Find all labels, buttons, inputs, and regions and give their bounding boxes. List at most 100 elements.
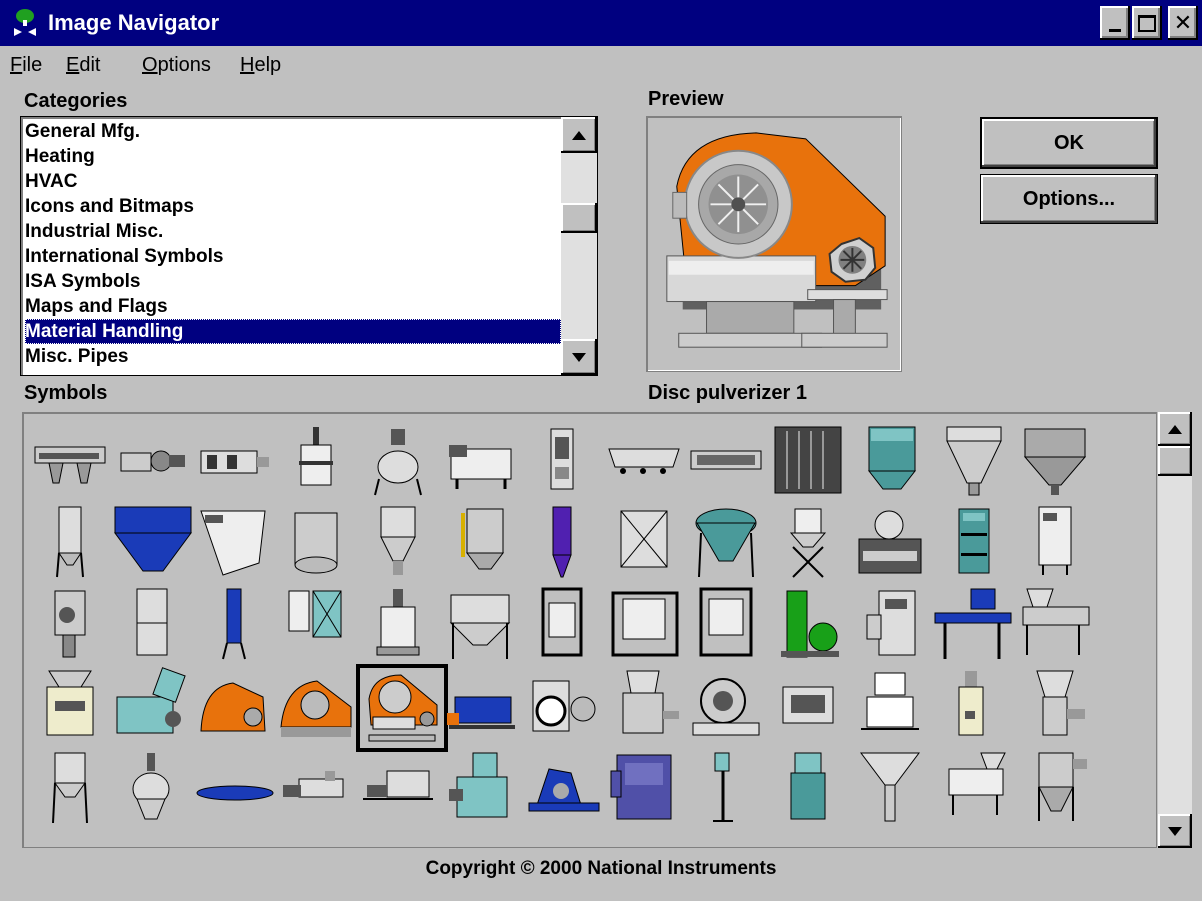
maximize-button[interactable] — [1132, 6, 1162, 40]
symbol-thumbnail[interactable] — [1013, 503, 1095, 581]
symbol-thumbnail[interactable] — [275, 749, 357, 827]
scroll-up-button[interactable] — [561, 117, 597, 153]
symbol-thumbnail[interactable] — [603, 503, 685, 581]
symbol-thumbnail[interactable] — [521, 667, 603, 745]
symbol-thumbnail[interactable] — [439, 667, 521, 745]
mixer-tank-image — [299, 427, 333, 486]
list-item[interactable]: Heating — [25, 144, 561, 169]
hopper-stand-image — [449, 594, 511, 659]
symbol-thumbnail[interactable] — [931, 503, 1013, 581]
symbol-thumbnail[interactable] — [29, 749, 111, 827]
symbol-thumbnail[interactable] — [931, 585, 1013, 663]
symbol-thumbnail[interactable] — [439, 749, 521, 827]
symbol-thumbnail[interactable] — [767, 503, 849, 581]
symbol-thumbnail[interactable] — [357, 503, 439, 581]
list-item[interactable]: Icons and Bitmaps — [25, 194, 561, 219]
symbol-thumbnail[interactable] — [111, 503, 193, 581]
list-item[interactable]: International Symbols — [25, 244, 561, 269]
symbol-thumbnail[interactable] — [931, 667, 1013, 745]
symbol-thumbnail[interactable] — [685, 503, 767, 581]
list-item[interactable]: ISA Symbols — [25, 269, 561, 294]
symbol-thumbnail[interactable] — [767, 585, 849, 663]
symbol-thumbnail[interactable] — [603, 749, 685, 827]
symbol-thumbnail[interactable] — [439, 585, 521, 663]
symbol-thumbnail[interactable] — [849, 667, 931, 745]
symbol-thumbnail[interactable] — [29, 585, 111, 663]
ok-button[interactable]: OK — [980, 117, 1158, 169]
menu-file[interactable]: File — [10, 54, 42, 77]
symbol-thumbnail[interactable] — [357, 749, 439, 827]
scroll-up-button[interactable] — [1158, 412, 1192, 446]
symbol-thumbnail[interactable] — [521, 423, 603, 501]
minimize-icon — [1109, 28, 1121, 32]
symbol-thumbnail[interactable] — [603, 667, 685, 745]
blue-hopper-image — [114, 506, 192, 572]
symbol-thumbnail[interactable] — [767, 423, 849, 501]
symbol-thumbnail[interactable] — [193, 585, 275, 663]
categories-list[interactable]: General Mfg. Heating HVAC Icons and Bitm… — [20, 116, 598, 376]
symbol-thumbnail[interactable] — [357, 585, 439, 663]
symbols-grid[interactable] — [22, 412, 1157, 848]
symbol-thumbnail[interactable] — [849, 749, 931, 827]
symbol-thumbnail-selected[interactable] — [356, 664, 448, 752]
symbol-thumbnail[interactable] — [111, 667, 193, 745]
symbol-thumbnail[interactable] — [931, 749, 1013, 827]
symbol-thumbnail[interactable] — [767, 667, 849, 745]
symbol-thumbnail[interactable] — [193, 749, 275, 827]
symbol-thumbnail[interactable] — [767, 749, 849, 827]
symbol-thumbnail[interactable] — [521, 749, 603, 827]
symbol-thumbnail[interactable] — [603, 423, 685, 501]
symbol-thumbnail[interactable] — [275, 667, 357, 745]
menu-options[interactable]: Options — [142, 54, 211, 77]
symbol-thumbnail[interactable] — [1013, 423, 1095, 501]
list-item-selected[interactable]: Material Handling — [25, 319, 561, 344]
symbol-thumbnail[interactable] — [111, 585, 193, 663]
list-item[interactable]: HVAC — [25, 169, 561, 194]
symbol-thumbnail[interactable] — [275, 503, 357, 581]
symbols-scrollbar[interactable] — [1158, 412, 1192, 848]
scroll-thumb[interactable] — [1158, 446, 1192, 476]
symbol-thumbnail[interactable] — [193, 423, 275, 501]
symbol-thumbnail[interactable] — [685, 749, 767, 827]
symbol-thumbnail[interactable] — [1013, 585, 1095, 663]
symbol-thumbnail[interactable] — [193, 503, 275, 581]
list-item[interactable]: Maps and Flags — [25, 294, 561, 319]
symbol-thumbnail[interactable] — [849, 423, 931, 501]
symbol-thumbnail[interactable] — [685, 667, 767, 745]
symbol-thumbnail[interactable] — [521, 585, 603, 663]
menu-help[interactable]: Help — [240, 54, 281, 77]
list-item[interactable]: General Mfg. — [25, 119, 561, 144]
symbol-thumbnail[interactable] — [1013, 667, 1095, 745]
symbol-thumbnail[interactable] — [357, 423, 439, 501]
symbol-thumbnail[interactable] — [439, 423, 521, 501]
symbol-thumbnail[interactable] — [849, 503, 931, 581]
symbol-thumbnail[interactable] — [29, 667, 111, 745]
menu-edit[interactable]: Edit — [66, 54, 100, 77]
scroll-thumb[interactable] — [561, 203, 597, 233]
scroll-down-button[interactable] — [561, 339, 597, 375]
symbol-thumbnail[interactable] — [685, 423, 767, 501]
symbol-thumbnail[interactable] — [439, 503, 521, 581]
dryer-image — [774, 426, 842, 494]
categories-scrollbar[interactable] — [561, 117, 597, 375]
symbol-thumbnail[interactable] — [193, 667, 275, 745]
symbol-thumbnail[interactable] — [685, 585, 767, 663]
list-item[interactable]: Industrial Misc. — [25, 219, 561, 244]
close-button[interactable]: ✕ — [1168, 6, 1198, 40]
title-bar[interactable]: Image Navigator ✕ — [0, 0, 1202, 46]
symbol-thumbnail[interactable] — [111, 423, 193, 501]
symbol-thumbnail[interactable] — [849, 585, 931, 663]
symbol-thumbnail[interactable] — [603, 585, 685, 663]
scroll-down-button[interactable] — [1158, 814, 1192, 848]
symbol-thumbnail[interactable] — [29, 423, 111, 501]
list-item[interactable]: Misc. Pipes — [25, 344, 561, 369]
symbol-thumbnail[interactable] — [931, 423, 1013, 501]
options-button[interactable]: Options... — [980, 174, 1158, 224]
minimize-button[interactable] — [1100, 6, 1130, 40]
symbol-thumbnail[interactable] — [111, 749, 193, 827]
symbol-thumbnail[interactable] — [275, 423, 357, 501]
symbol-thumbnail[interactable] — [1013, 749, 1095, 827]
symbol-thumbnail[interactable] — [29, 503, 111, 581]
symbol-thumbnail[interactable] — [275, 585, 357, 663]
symbol-thumbnail[interactable] — [521, 503, 603, 581]
